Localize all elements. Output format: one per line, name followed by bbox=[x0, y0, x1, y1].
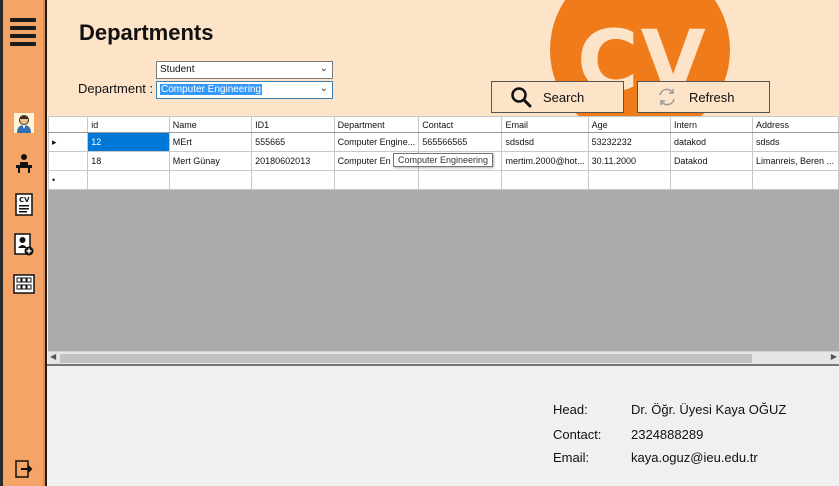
refresh-button-label: Refresh bbox=[689, 89, 735, 105]
new-row-indicator[interactable]: • bbox=[47, 170, 89, 190]
email-label: Email: bbox=[553, 450, 590, 465]
search-button-label: Search bbox=[543, 89, 585, 105]
logout-icon[interactable] bbox=[12, 457, 36, 481]
column-header[interactable]: ID1 bbox=[251, 116, 335, 133]
row-header[interactable] bbox=[47, 151, 89, 171]
sidebar: CV bbox=[3, 0, 45, 486]
department-combobox-value: Computer Engineering bbox=[160, 84, 263, 95]
table-cell[interactable]: Datakod bbox=[669, 151, 753, 171]
table-cell[interactable] bbox=[251, 170, 335, 190]
cell-tooltip: Computer Engineering bbox=[393, 153, 494, 167]
chevron-down-icon[interactable]: ⌄ bbox=[320, 63, 328, 74]
table-cell[interactable]: MErt bbox=[168, 132, 253, 152]
refresh-button[interactable]: Refresh bbox=[637, 81, 770, 113]
student-icon[interactable] bbox=[12, 111, 36, 135]
table-cell[interactable] bbox=[333, 170, 420, 190]
table-cell[interactable]: sdsdsd bbox=[501, 132, 589, 152]
department-label: Department : bbox=[78, 81, 154, 96]
head-label: Head: bbox=[553, 402, 588, 417]
table-cell[interactable]: datakod bbox=[669, 132, 753, 152]
grid-header-row: id Name ID1 Department Contact Email Age… bbox=[47, 116, 839, 133]
table-cell[interactable]: 555665 bbox=[251, 132, 335, 152]
email-value: kaya.oguz@ieu.edu.tr bbox=[631, 450, 758, 465]
cv-document-icon[interactable]: CV bbox=[12, 193, 36, 217]
column-header[interactable]: Contact bbox=[418, 116, 503, 133]
table-cell[interactable] bbox=[587, 170, 671, 190]
column-header[interactable]: Department bbox=[333, 116, 420, 133]
table-cell[interactable]: Mert Günay bbox=[168, 151, 253, 171]
type-combobox-value: Student bbox=[160, 64, 195, 75]
header-panel: CV Departments Department : Student ⌄ Co… bbox=[47, 0, 839, 116]
row-header-corner[interactable] bbox=[47, 116, 89, 133]
column-header[interactable]: Address bbox=[751, 116, 839, 133]
refresh-icon bbox=[655, 85, 679, 109]
search-icon bbox=[509, 85, 533, 109]
table-cell[interactable] bbox=[418, 170, 503, 190]
current-row-indicator[interactable]: ▸ bbox=[47, 132, 89, 152]
column-header[interactable]: Intern bbox=[669, 116, 753, 133]
table-cell[interactable]: 12 bbox=[87, 132, 170, 152]
column-header[interactable]: Name bbox=[168, 116, 253, 133]
contact-value: 2324888289 bbox=[631, 427, 704, 442]
column-header[interactable]: Age bbox=[587, 116, 671, 133]
head-value: Dr. Öğr. Üyesi Kaya OĞUZ bbox=[631, 402, 787, 417]
table-cell[interactable]: Computer Engine... bbox=[333, 132, 420, 152]
table-cell[interactable] bbox=[669, 170, 753, 190]
table-cell[interactable] bbox=[751, 170, 839, 190]
table-cell[interactable]: Limanreis, Beren ... bbox=[751, 151, 839, 171]
new-row[interactable]: • bbox=[47, 170, 839, 190]
scroll-left-icon[interactable]: ◀ bbox=[50, 352, 56, 361]
table-cell[interactable] bbox=[87, 170, 170, 190]
menu-icon[interactable] bbox=[9, 18, 37, 46]
table-row[interactable]: ▸ 12 MErt 555665 Computer Engine... 5655… bbox=[47, 132, 839, 152]
search-button[interactable]: Search bbox=[491, 81, 624, 113]
table-cell[interactable]: 53232232 bbox=[587, 132, 671, 152]
teacher-icon[interactable] bbox=[12, 151, 36, 175]
table-cell[interactable]: mertim.2000@hot... bbox=[501, 151, 589, 171]
table-cell[interactable]: 30.11.2000 bbox=[587, 151, 671, 171]
scrollbar-thumb[interactable] bbox=[60, 354, 752, 363]
table-cell[interactable]: 565566565 bbox=[418, 132, 503, 152]
horizontal-scrollbar[interactable]: ◀ ▶ bbox=[48, 351, 839, 364]
divider bbox=[47, 364, 839, 366]
svg-text:CV: CV bbox=[19, 196, 30, 204]
type-combobox[interactable]: Student ⌄ bbox=[156, 61, 333, 79]
table-cell[interactable] bbox=[168, 170, 253, 190]
column-header[interactable]: id bbox=[87, 116, 170, 133]
chevron-down-icon[interactable]: ⌄ bbox=[320, 83, 328, 94]
department-combobox[interactable]: Computer Engineering ⌄ bbox=[156, 81, 333, 99]
main-panel: CV Departments Department : Student ⌄ Co… bbox=[47, 0, 839, 486]
add-user-icon[interactable] bbox=[12, 233, 36, 257]
department-building-icon[interactable] bbox=[12, 272, 36, 296]
contact-label: Contact: bbox=[553, 427, 602, 442]
scroll-right-icon[interactable]: ▶ bbox=[831, 352, 837, 361]
table-cell[interactable]: 20180602013 bbox=[251, 151, 335, 171]
page-title: Departments bbox=[79, 20, 214, 45]
table-cell[interactable]: sdsds bbox=[751, 132, 839, 152]
table-cell[interactable] bbox=[501, 170, 589, 190]
table-cell[interactable]: 18 bbox=[87, 151, 170, 171]
column-header[interactable]: Email bbox=[501, 116, 589, 133]
